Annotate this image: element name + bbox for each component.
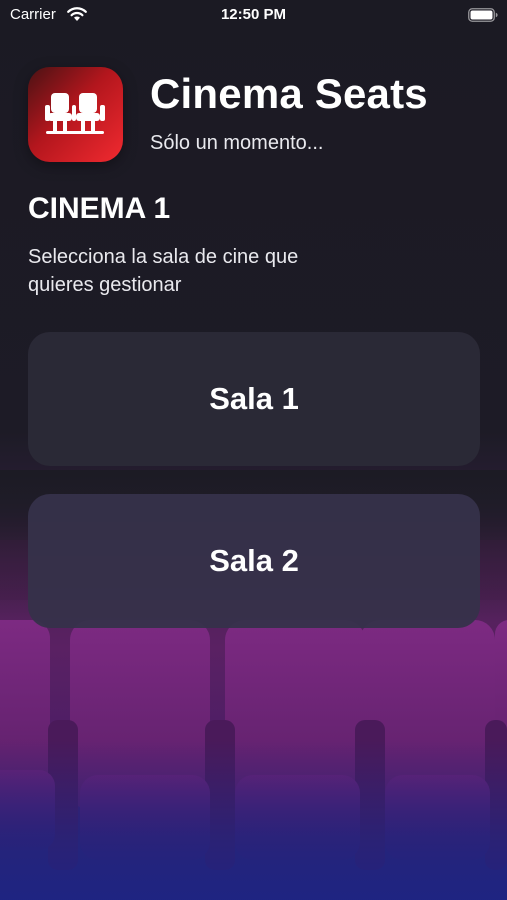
room-button-label: Sala 2 (209, 543, 299, 578)
room-button-label: Sala 1 (209, 381, 299, 416)
cinema-name: CINEMA 1 (28, 192, 171, 225)
battery-icon (468, 8, 498, 22)
background-fade-bottom (0, 740, 507, 900)
status-clock: 12:50 PM (220, 6, 287, 23)
room-button-sala-2[interactable]: Sala 2 (28, 494, 480, 628)
app-title: Cinema Seats (150, 70, 428, 117)
app-icon (28, 67, 123, 162)
instructions-text: Selecciona la sala de cine que quieres g… (28, 246, 299, 296)
cinema-seats-icon (45, 93, 105, 134)
app-subtitle: Sólo un momento... (150, 132, 324, 154)
room-button-sala-1[interactable]: Sala 1 (28, 332, 480, 466)
status-bar: Carrier 12:50 PM (0, 0, 507, 32)
